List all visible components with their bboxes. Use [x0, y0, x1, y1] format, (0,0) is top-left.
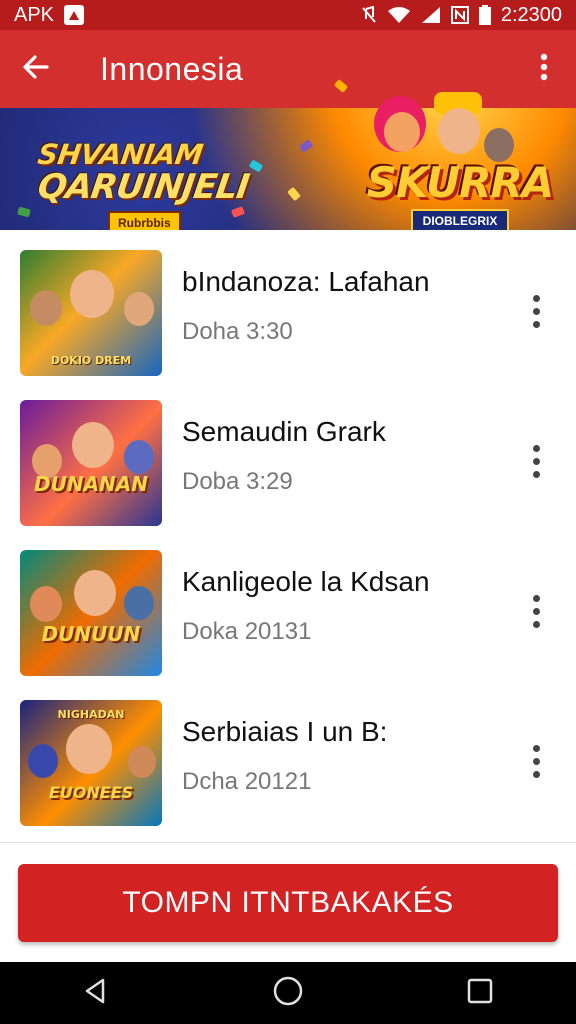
banner-left-line2: QARUINJELI — [35, 167, 252, 207]
more-vert-dot — [532, 757, 540, 765]
thumb-label: DOKIO DREM — [50, 354, 132, 367]
apk-icon — [64, 5, 85, 25]
character-face — [438, 108, 480, 154]
mute-icon — [361, 6, 377, 24]
home-circle-icon — [272, 975, 304, 1012]
item-thumbnail[interactable]: DOKIO DREM — [20, 250, 162, 376]
character-face — [124, 440, 154, 474]
primary-action-button[interactable]: TOMPN ITNTBAKAKÉS — [18, 864, 558, 942]
recents-square-icon — [466, 977, 494, 1010]
battery-icon — [478, 5, 491, 25]
item-text: Kanligeole la Kdsan Doka 20131 — [182, 566, 482, 646]
divider — [0, 842, 576, 843]
more-vert-dot — [532, 307, 540, 315]
item-title: Kanligeole la Kdsan — [182, 566, 430, 597]
thumb-label: DUNANAN — [33, 472, 148, 496]
more-vert-dot — [532, 770, 540, 778]
nav-recents-button[interactable] — [440, 963, 520, 1023]
item-title: Semaudin Grark — [182, 416, 386, 447]
character-face — [124, 292, 154, 326]
character-face — [66, 724, 112, 774]
list-item[interactable]: NIGHADAN EUONEES Serbiaias I un B: Dcha … — [0, 686, 576, 836]
more-vert-dot — [532, 607, 540, 615]
nfc-icon — [450, 6, 469, 24]
item-list: DOKIO DREM bIndanoza: Lafahan Doha 3:30 … — [0, 236, 576, 836]
character-face — [74, 570, 116, 616]
item-more-button[interactable] — [518, 736, 554, 786]
overflow-menu-button[interactable] — [524, 46, 564, 92]
character-face — [30, 586, 62, 622]
page-title: Innonesia — [100, 50, 244, 87]
item-subtitle: Doka 20131 — [182, 618, 312, 645]
nav-back-button[interactable] — [56, 963, 136, 1023]
item-subtitle: Dcha 20121 — [182, 768, 312, 795]
item-title: Serbiaias I un B: — [182, 716, 388, 747]
thumb-label: DUNUUN — [41, 622, 141, 646]
character-pet — [484, 128, 514, 162]
item-thumbnail[interactable]: NIGHADAN EUONEES — [20, 700, 162, 826]
more-vert-dot — [532, 470, 540, 478]
navigation-bar — [0, 962, 576, 1024]
list-item[interactable]: DUNANAN Semaudin Grark Doba 3:29 — [0, 386, 576, 536]
more-vert-icon — [532, 594, 540, 602]
banner-right-title: SKURRA — [366, 158, 555, 207]
wifi-icon — [387, 6, 411, 24]
carrier-label: APK — [14, 3, 55, 26]
character-face — [72, 422, 114, 468]
banner-left-logo: SHVANIAM QARUINJELI Rubrbbis — [35, 138, 252, 230]
character-face — [30, 290, 62, 326]
character-face — [70, 270, 114, 318]
banner-left-badge: Rubrbbis — [108, 211, 181, 230]
status-bar: APK 2:2300 — [0, 0, 576, 30]
item-text: Semaudin Grark Doba 3:29 — [182, 416, 482, 496]
character-face — [124, 586, 154, 620]
item-title: bIndanoza: Lafahan — [182, 266, 430, 297]
list-item[interactable]: DOKIO DREM bIndanoza: Lafahan Doha 3:30 — [0, 236, 576, 386]
item-more-button[interactable] — [518, 586, 554, 636]
more-vert-icon — [532, 294, 540, 302]
item-subtitle: Doha 3:30 — [182, 318, 293, 345]
more-vert-dot — [532, 620, 540, 628]
item-more-button[interactable] — [518, 286, 554, 336]
clock: 2:2300 — [500, 3, 562, 26]
more-vert-dot — [532, 320, 540, 328]
item-more-button[interactable] — [518, 436, 554, 486]
back-button[interactable] — [0, 30, 72, 108]
character-face — [128, 746, 156, 778]
character-face — [28, 744, 58, 778]
nav-home-button[interactable] — [248, 963, 328, 1023]
thumb-label: EUONEES — [48, 783, 134, 802]
character-face — [384, 112, 420, 152]
thumb-toplabel: NIGHADAN — [57, 708, 125, 721]
more-vert-icon — [532, 744, 540, 752]
more-vert-dot — [532, 457, 540, 465]
banner-right-logo: SKURRA DIOBLEGRIX — [360, 158, 560, 230]
item-thumbnail[interactable]: DUNUUN — [20, 550, 162, 676]
banner-right-badge: DIOBLEGRIX — [410, 209, 510, 230]
item-text: bIndanoza: Lafahan Doha 3:30 — [182, 266, 482, 346]
app-bar: Innonesia — [0, 30, 576, 108]
item-subtitle: Doba 3:29 — [182, 468, 293, 495]
more-vert-icon — [532, 444, 540, 452]
signal-icon — [421, 6, 441, 24]
more-vert-icon — [539, 52, 549, 87]
item-thumbnail[interactable]: DUNANAN — [20, 400, 162, 526]
list-item[interactable]: DUNUUN Kanligeole la Kdsan Doka 20131 — [0, 536, 576, 686]
back-triangle-icon — [81, 976, 111, 1011]
item-text: Serbiaias I un B: Dcha 20121 — [182, 716, 482, 796]
arrow-left-icon — [21, 52, 51, 87]
